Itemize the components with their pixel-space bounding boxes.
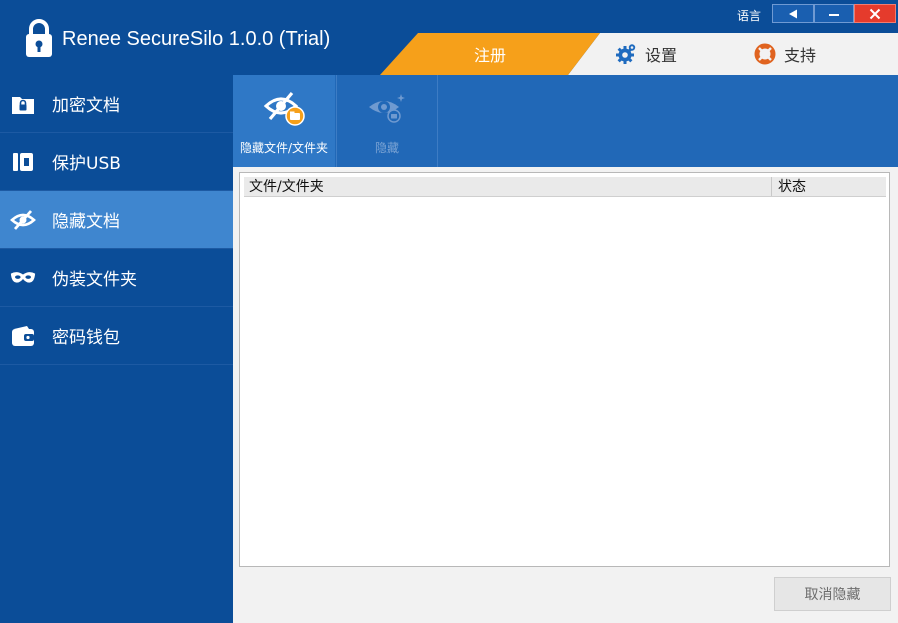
cancel-hide-button[interactable]: 取消隐藏 xyxy=(774,577,891,611)
minimize-icon xyxy=(829,13,839,16)
wallet-icon xyxy=(10,323,36,349)
sidebar-item-label: 伪装文件夹 xyxy=(52,270,137,290)
gear-icon xyxy=(616,44,636,64)
close-icon xyxy=(869,8,881,19)
language-button[interactable] xyxy=(772,4,814,23)
sidebar-item-label: 隐藏文档 xyxy=(52,212,120,232)
tab-support-label: 支持 xyxy=(784,46,817,65)
sidebar: 加密文档 保护USB 隐藏文档 伪装文件夹 密码钱包 xyxy=(0,75,233,623)
sidebar-item-password-wallet[interactable]: 密码钱包 xyxy=(0,307,233,365)
app-window: Renee SecureSilo 1.0.0 (Trial) 语言 注册 设置 … xyxy=(0,0,898,623)
sidebar-item-label: 加密文档 xyxy=(52,96,120,116)
file-list[interactable]: 文件/文件夹 状态 xyxy=(239,172,890,567)
minimize-button[interactable] xyxy=(814,4,854,23)
close-button[interactable] xyxy=(854,4,896,23)
tab-register-label: 注册 xyxy=(473,46,506,65)
sidebar-item-disguise-folder[interactable]: 伪装文件夹 xyxy=(0,249,233,307)
lock-folder-icon xyxy=(10,91,36,117)
toolbar: 隐藏文件/文件夹 隐藏 xyxy=(233,75,898,167)
top-tab-bar: 注册 设置 支持 xyxy=(380,33,898,75)
hide-files-folders-label: 隐藏文件/文件夹 xyxy=(239,141,329,155)
column-header-file-folder[interactable]: 文件/文件夹 xyxy=(244,177,772,196)
sidebar-item-encrypt-documents[interactable]: 加密文档 xyxy=(0,75,233,133)
hide-button[interactable]: 隐藏 xyxy=(336,75,438,167)
triangle-left-icon xyxy=(789,9,797,18)
sidebar-item-label: 密码钱包 xyxy=(52,328,120,348)
tab-support[interactable]: 支持 xyxy=(754,33,816,75)
list-header: 文件/文件夹 状态 xyxy=(244,177,886,197)
sidebar-item-label: 保护USB xyxy=(52,154,121,174)
language-label: 语言 xyxy=(737,9,762,23)
eye-slash-icon xyxy=(10,207,36,233)
sidebar-item-hide-documents[interactable]: 隐藏文档 xyxy=(0,191,233,249)
mask-icon xyxy=(10,265,36,291)
lock-icon xyxy=(26,19,52,57)
app-title: Renee SecureSilo 1.0.0 (Trial) xyxy=(62,28,331,50)
eye-sparkle-icon xyxy=(365,91,409,127)
tab-settings[interactable]: 设置 xyxy=(615,33,677,75)
main-panel: 隐藏文件/文件夹 隐藏 文件/文件夹 状态 取消隐藏 xyxy=(233,75,898,623)
usb-drive-icon xyxy=(10,149,36,175)
hide-label: 隐藏 xyxy=(374,141,399,155)
lifebuoy-icon xyxy=(754,43,776,65)
tab-settings-label: 设置 xyxy=(645,46,678,65)
hide-files-folders-button[interactable]: 隐藏文件/文件夹 xyxy=(233,75,335,167)
column-header-status[interactable]: 状态 xyxy=(772,177,886,196)
tab-register[interactable]: 注册 xyxy=(380,33,600,75)
eye-slash-folder-icon xyxy=(262,91,306,127)
sidebar-item-protect-usb[interactable]: 保护USB xyxy=(0,133,233,191)
